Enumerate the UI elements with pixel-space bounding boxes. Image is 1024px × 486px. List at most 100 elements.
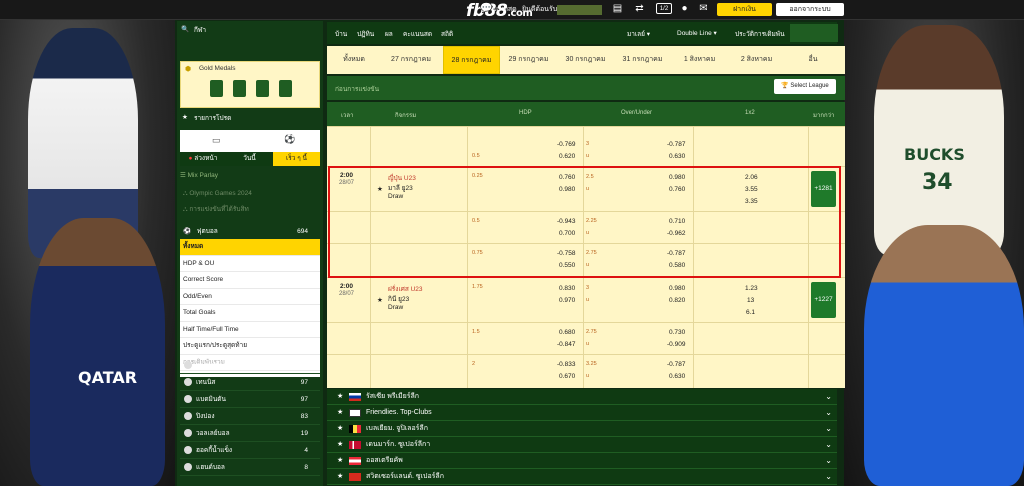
bet-type-hdp-ou[interactable]: HDP & OU	[180, 256, 320, 272]
star-icon[interactable]: ★	[337, 469, 343, 485]
chevron-down-icon[interactable]: ⌄	[825, 437, 832, 453]
nav-calendar[interactable]: ปฏิทิน	[357, 29, 374, 39]
deposit-button[interactable]: ฝากเงิน	[717, 3, 772, 16]
ou-odds[interactable]: 0.980	[669, 174, 685, 181]
chevron-down-icon[interactable]: ⌄	[825, 389, 832, 405]
ou-odds[interactable]: 0.760	[669, 186, 685, 193]
star-icon[interactable]: ★	[337, 389, 343, 405]
bet-type-first-last-goal[interactable]: ประตูแรก/ประตูสุดท้าย	[180, 338, 320, 355]
exchange-icon[interactable]: ⇄	[634, 3, 645, 14]
bet-type-correct-score[interactable]: Correct Score	[180, 272, 320, 289]
1x2-away[interactable]: 13	[747, 297, 754, 304]
sport-handball[interactable]: แฮนด์บอล 8	[180, 459, 320, 476]
sport-badminton[interactable]: แบดมินตัน 97	[180, 391, 320, 408]
chevron-down-icon[interactable]: ⌄	[825, 453, 832, 469]
ou-odds[interactable]: 0.730	[669, 329, 685, 336]
league-row[interactable]: ★ เบลเยียม. จูปิเลอร์ลีก ⌄	[327, 421, 837, 437]
user-icon[interactable]: ●	[679, 3, 690, 14]
hdp-odds[interactable]: 0.980	[559, 186, 575, 193]
tab-today[interactable]: วันนี้	[226, 152, 273, 166]
hdp-odds[interactable]: 0.830	[559, 285, 575, 292]
bet-history-link[interactable]: ประวัติการเดิมพัน	[735, 29, 785, 39]
line-type-select[interactable]: Double Line ▾	[677, 29, 717, 37]
hdp-odds[interactable]: 0.700	[559, 230, 575, 237]
olympic-games-link[interactable]: ⛬ Olympic Games 2024	[183, 190, 252, 198]
1x2-home[interactable]: 2.06	[745, 174, 758, 181]
odds-badge-icon[interactable]: 1/2	[656, 3, 672, 14]
ou-odds[interactable]: 0.980	[669, 285, 685, 292]
hdp-odds[interactable]: 0.620	[559, 153, 575, 160]
ou-odds[interactable]: -0.909	[667, 341, 685, 348]
ou-odds[interactable]: -0.787	[667, 141, 685, 148]
ou-odds[interactable]: 0.630	[669, 153, 685, 160]
star-icon[interactable]: ★	[337, 437, 343, 453]
1x2-draw[interactable]: 3.35	[745, 198, 758, 205]
away-team[interactable]: กินี ยู23	[388, 294, 409, 304]
sport-basketball[interactable]: บาสเกตบอล 27	[180, 357, 320, 374]
search-icon[interactable]: 🔍	[181, 25, 189, 33]
hdp-odds[interactable]: -0.833	[557, 361, 575, 368]
ou-odds[interactable]: 0.580	[669, 262, 685, 269]
date-tab-31[interactable]: 31 กรกฎาคม	[614, 46, 671, 74]
gold-medals-card[interactable]: ⬢ Gold Medals	[180, 61, 320, 108]
mail-icon[interactable]: ✉	[698, 3, 709, 14]
nav-search-box[interactable]	[790, 24, 838, 42]
mix-parlay-link[interactable]: ☰ Mix Parlay	[180, 171, 218, 179]
star-icon[interactable]: ★	[337, 421, 343, 437]
wallet-icon[interactable]: ▤	[612, 3, 623, 14]
tab-early[interactable]: ● ล่วงหน้า	[180, 152, 226, 166]
league-row[interactable]: ★ รัสเซีย พรีเมียร์ลีก ⌄	[327, 389, 837, 405]
hdp-odds[interactable]: -0.758	[557, 250, 575, 257]
date-tab-aug-2[interactable]: 2 สิงหาคม	[728, 46, 785, 74]
odds-type-select[interactable]: มาเลย์ ▾	[627, 29, 650, 39]
chevron-down-icon[interactable]: ⌄	[825, 469, 832, 485]
ou-odds[interactable]: -0.787	[667, 361, 685, 368]
star-icon[interactable]: ★	[337, 405, 343, 421]
hdp-odds[interactable]: 0.670	[559, 373, 575, 380]
nav-results[interactable]: ผล	[385, 29, 393, 39]
date-tab-28[interactable]: 28 กรกฎาคม	[443, 46, 500, 74]
nav-stats[interactable]: สถิติ	[441, 29, 453, 39]
ou-odds[interactable]: 0.630	[669, 373, 685, 380]
away-team[interactable]: มาลี ยู23	[388, 183, 413, 193]
nav-live-score[interactable]: คะแนนสด	[403, 29, 432, 39]
ou-odds[interactable]: 0.710	[669, 218, 685, 225]
star-icon[interactable]: ★	[377, 185, 383, 193]
hdp-odds[interactable]: 0.680	[559, 329, 575, 336]
date-tab-30[interactable]: 30 กรกฎาคม	[557, 46, 614, 74]
star-icon[interactable]: ★	[337, 453, 343, 469]
hdp-odds[interactable]: -0.847	[557, 341, 575, 348]
bet-type-ht-ft[interactable]: Half Time/Full Time	[180, 322, 320, 338]
bet-slip-icon[interactable]: ▭	[212, 135, 221, 146]
licensed-events-link[interactable]: ⛬ การแข่งขันที่ได้รับสิท	[183, 204, 249, 214]
sport-tennis[interactable]: เทนนิส 97	[180, 374, 320, 391]
date-tab-aug-1[interactable]: 1 สิงหาคม	[671, 46, 728, 74]
sport-table-tennis[interactable]: ปิงปอง 83	[180, 408, 320, 425]
more-markets-button[interactable]: +1227	[811, 282, 836, 318]
ou-odds[interactable]: -0.787	[667, 250, 685, 257]
date-tab-other[interactable]: อื่น	[785, 46, 841, 74]
ou-odds[interactable]: 0.820	[669, 297, 685, 304]
sport-volleyball[interactable]: วอลเลย์บอล 19	[180, 425, 320, 442]
home-team[interactable]: ฝรั่งเศส U23	[388, 284, 423, 294]
hdp-odds[interactable]: 0.760	[559, 174, 575, 181]
football-header[interactable]: ⚽ ฟุตบอล 694	[180, 226, 320, 238]
live-chat-link[interactable]: แชทสด	[494, 4, 517, 15]
date-tab-27[interactable]: 27 กรกฎาคม	[381, 46, 441, 74]
chevron-down-icon[interactable]: ⌄	[825, 421, 832, 437]
league-row[interactable]: ★ เดนมาร์ก. ซูเปอร์ลีกา ⌄	[327, 437, 837, 453]
league-row[interactable]: ★ สวิตเซอร์แลนด์. ซูเปอร์ลีก ⌄	[327, 469, 837, 485]
ou-odds[interactable]: -0.962	[667, 230, 685, 237]
bet-type-all[interactable]: ทั้งหมด	[180, 239, 320, 256]
hdp-odds[interactable]: 0.550	[559, 262, 575, 269]
tab-soon[interactable]: เร็ว ๆ นี้	[273, 152, 320, 166]
star-icon[interactable]: ★	[377, 296, 383, 304]
sport-ice-hockey[interactable]: ฮอคกี้น้ำแข็ง 4	[180, 442, 320, 459]
more-markets-button[interactable]: +1281	[811, 171, 836, 207]
nav-home[interactable]: บ้าน	[335, 29, 347, 39]
chevron-down-icon[interactable]: ⌄	[825, 405, 832, 421]
select-league-button[interactable]: 🏆 Select League	[774, 79, 836, 94]
1x2-home[interactable]: 1.23	[745, 285, 758, 292]
league-row[interactable]: ★ Friendlies. Top-Clubs ⌄	[327, 405, 837, 421]
bet-type-total-goals[interactable]: Total Goals	[180, 305, 320, 322]
